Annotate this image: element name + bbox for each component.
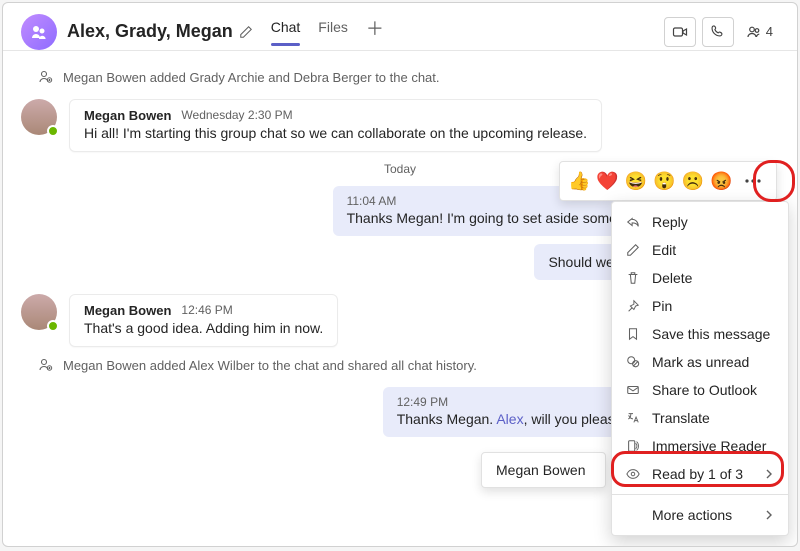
eye-icon [626,467,642,481]
participants-button[interactable]: 4 [740,17,779,47]
reaction-bar: 👍 ❤️ 😆 😲 ☹️ 😡 [559,161,777,201]
menu-delete[interactable]: Delete [612,264,788,292]
mail-icon [626,383,642,397]
menu-more-actions[interactable]: More actions [612,501,788,529]
reaction-sad[interactable]: ☹️ [682,171,704,192]
message-text: That's a good idea. Adding him in now. [84,320,323,336]
reply-icon [626,215,642,229]
menu-label: Reply [652,214,688,230]
video-call-button[interactable] [664,17,696,47]
incoming-message: Megan Bowen Wednesday 2:30 PM Hi all! I'… [21,99,779,152]
tab-files[interactable]: Files [318,19,348,45]
menu-label: Mark as unread [652,354,749,370]
menu-label: Delete [652,270,692,286]
phone-icon [710,24,725,39]
menu-reply[interactable]: Reply [612,208,788,236]
sender-name: Megan Bowen [84,108,171,123]
menu-label: Pin [652,298,672,314]
delete-icon [626,271,642,285]
system-text: Megan Bowen added Grady Archie and Debra… [63,70,440,85]
message-bubble[interactable]: Megan Bowen Wednesday 2:30 PM Hi all! I'… [69,99,602,152]
menu-share-outlook[interactable]: Share to Outlook [612,376,788,404]
reader-icon [626,439,642,453]
reaction-heart[interactable]: ❤️ [596,171,618,192]
system-message: Megan Bowen added Grady Archie and Debra… [37,69,779,85]
more-options-button[interactable] [739,166,768,196]
menu-mark-unread[interactable]: Mark as unread [612,348,788,376]
message-time: 12:46 PM [181,303,232,318]
chevron-right-icon [764,469,774,479]
menu-label: Edit [652,242,676,258]
menu-divider [612,494,788,495]
presence-available-icon [47,125,59,137]
tab-chat[interactable]: Chat [271,19,301,45]
read-by-name: Megan Bowen [496,462,586,478]
menu-label: Translate [652,410,710,426]
system-text: Megan Bowen added Alex Wilber to the cha… [63,358,477,373]
menu-translate[interactable]: Translate [612,404,788,432]
add-tab-icon[interactable]: ＋ [366,15,384,49]
participant-count: 4 [766,24,773,39]
header-actions: 4 [664,17,779,47]
video-icon [672,24,688,40]
bookmark-icon [626,327,642,341]
menu-pin[interactable]: Pin [612,292,788,320]
chevron-right-icon [764,510,774,520]
unread-icon [626,355,642,369]
mention[interactable]: Alex [496,411,523,427]
reaction-angry[interactable]: 😡 [710,171,732,192]
chat-header: Alex, Grady, Megan Chat Files ＋ 4 [3,3,797,51]
menu-label: Read by 1 of 3 [652,466,743,482]
message-context-menu: Reply Edit Delete Pin Save this message … [611,201,789,536]
menu-immersive-reader[interactable]: Immersive Reader [612,432,788,460]
audio-call-button[interactable] [702,17,734,47]
people-icon [746,24,762,40]
reaction-like[interactable]: 👍 [568,171,590,192]
chat-title: Alex, Grady, Megan [67,21,233,42]
sender-name: Megan Bowen [84,303,171,318]
menu-label: Immersive Reader [652,438,766,454]
reaction-surprised[interactable]: 😲 [653,171,675,192]
group-avatar[interactable] [21,14,57,50]
header-tabs: Chat Files ＋ [271,15,384,49]
menu-save[interactable]: Save this message [612,320,788,348]
pin-icon [626,299,642,313]
message-bubble[interactable]: Megan Bowen 12:46 PM That's a good idea.… [69,294,338,347]
edit-icon [626,243,642,257]
menu-edit[interactable]: Edit [612,236,788,264]
menu-read-by[interactable]: Read by 1 of 3 [612,460,788,488]
edit-title-icon[interactable] [239,25,253,39]
add-people-icon [37,357,53,373]
group-avatar-icon [29,22,49,42]
translate-icon [626,411,642,425]
reaction-laugh[interactable]: 😆 [625,171,647,192]
menu-label: Save this message [652,326,770,342]
message-time: Wednesday 2:30 PM [181,108,292,123]
avatar[interactable] [21,99,57,135]
read-by-tooltip: Megan Bowen [481,452,606,488]
avatar[interactable] [21,294,57,330]
message-text: Hi all! I'm starting this group chat so … [84,125,587,141]
ellipsis-icon [745,179,761,183]
chat-window: Alex, Grady, Megan Chat Files ＋ 4 [2,2,798,547]
menu-label: Share to Outlook [652,382,757,398]
menu-label: More actions [652,507,732,523]
presence-available-icon [47,320,59,332]
add-people-icon [37,69,53,85]
